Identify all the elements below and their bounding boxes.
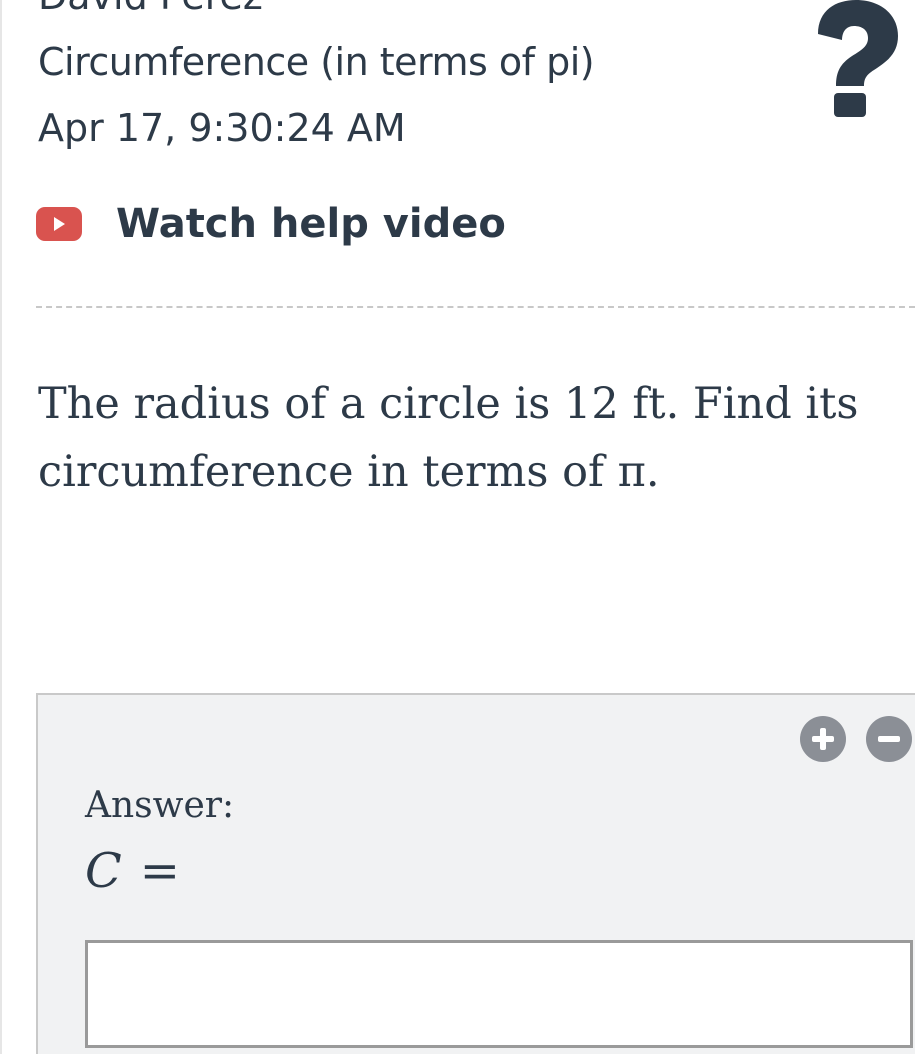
circumference-variable: C [85,843,122,899]
page-left-border [0,0,2,1054]
timestamp: Apr 17, 9:30:24 AM [38,106,406,150]
question-mark-icon[interactable] [804,0,900,120]
question-text: The radius of a circle is 12 ft. Find it… [38,379,859,497]
answer-panel: Answer: C = [36,693,915,1054]
answer-label: Answer: [85,785,235,826]
watch-help-video-link[interactable]: Watch help video [36,196,506,252]
student-name: David Perez [38,0,263,18]
answer-input[interactable] [85,940,913,1048]
watch-help-video-label: Watch help video [116,201,506,247]
plus-circle-icon[interactable] [800,716,846,762]
minus-circle-icon[interactable] [866,716,912,762]
equals-sign: = [139,843,180,899]
play-video-icon [36,207,82,241]
answer-equation: C = [85,843,180,899]
section-divider [36,306,915,308]
assignment-title: Circumference (in terms of pi) [38,40,595,84]
